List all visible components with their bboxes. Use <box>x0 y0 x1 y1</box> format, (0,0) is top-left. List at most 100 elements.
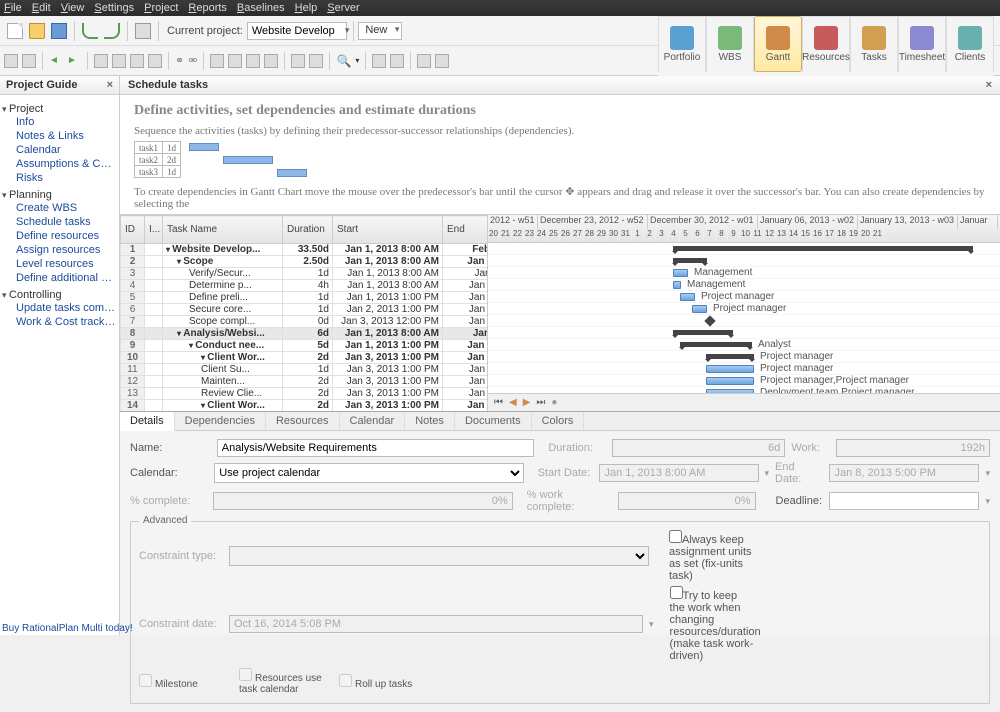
tool-icon[interactable] <box>4 54 18 68</box>
calendar-select[interactable]: Use project calendar <box>214 463 523 483</box>
current-project-input[interactable] <box>247 22 347 40</box>
new-dropdown[interactable]: New <box>358 22 402 40</box>
table-row[interactable]: 9Conduct nee...5dJan 1, 2013 1:00 PMJan … <box>121 340 489 352</box>
timeline-days: 2021222324252627282930311234567891011121… <box>488 229 1000 243</box>
work-driven-checkbox[interactable] <box>670 586 683 599</box>
current-project-label: Current project: <box>167 25 243 37</box>
tab-notes[interactable]: Notes <box>405 412 455 430</box>
menu-server[interactable]: Server <box>327 2 359 14</box>
sidebar-item[interactable]: Schedule tasks <box>16 215 117 229</box>
tab-details[interactable]: Details <box>120 412 175 431</box>
menu-file[interactable]: File <box>4 2 22 14</box>
gantt-chart[interactable]: 2012 - w51December 23, 2012 - w52Decembe… <box>488 215 1000 411</box>
tool-icon[interactable] <box>435 54 449 68</box>
tab-resources[interactable]: Resources <box>802 16 850 72</box>
tab-clients[interactable]: Clients <box>946 16 994 72</box>
sidebar-item[interactable]: Update tasks completion <box>16 301 117 315</box>
new-icon[interactable] <box>7 23 23 39</box>
sidebar-item[interactable]: Work & Cost tracking <box>16 315 117 329</box>
sidebar-item[interactable]: Define additional costs for tasks <box>16 271 117 285</box>
tab-tasks[interactable]: Tasks <box>850 16 898 72</box>
table-row[interactable]: 8Analysis/Websi...6dJan 1, 2013 8:00 AMJ… <box>121 328 489 340</box>
menu-project[interactable]: Project <box>144 2 178 14</box>
task-grid[interactable]: IDI...Task NameDurationStartEnd 1Website… <box>120 215 488 411</box>
table-row[interactable]: 12Mainten...2dJan 3, 2013 1:00 PMJan 7, … <box>121 376 489 388</box>
work-label: Work: <box>791 442 829 454</box>
tool-icon[interactable] <box>130 54 144 68</box>
project-guide-sidebar: Project Guide× ProjectInfoNotes & LinksC… <box>0 76 120 635</box>
tool-icon[interactable] <box>417 54 431 68</box>
close-icon[interactable]: × <box>107 79 113 91</box>
table-row[interactable]: 14Client Wor...2dJan 3, 2013 1:00 PMJan … <box>121 400 489 412</box>
table-row[interactable]: 5Define preli...1dJan 1, 2013 1:00 PMJan… <box>121 292 489 304</box>
table-row[interactable]: 7Scope compl...0dJan 3, 2013 12:00 PMJan… <box>121 316 489 328</box>
sidebar-item[interactable]: Calendar <box>16 143 117 157</box>
indent-icon[interactable] <box>67 54 81 68</box>
buy-link[interactable]: Buy RationalPlan Multi today! <box>2 623 133 634</box>
group-project[interactable]: Project <box>2 103 117 115</box>
group-planning[interactable]: Planning <box>2 189 117 201</box>
nav-next-icon[interactable]: ▶ <box>523 397 531 408</box>
redo-icon[interactable] <box>104 23 120 39</box>
tool-icon[interactable] <box>210 54 224 68</box>
tool-icon[interactable] <box>264 54 278 68</box>
table-row[interactable]: 10Client Wor...2dJan 3, 2013 1:00 PMJan … <box>121 352 489 364</box>
tool-icon[interactable] <box>148 54 162 68</box>
tool-icon[interactable] <box>94 54 108 68</box>
deadline-input[interactable] <box>829 492 979 510</box>
menu-reports[interactable]: Reports <box>188 2 227 14</box>
undo-icon[interactable] <box>82 23 98 39</box>
tool-icon[interactable] <box>390 54 404 68</box>
sidebar-item[interactable]: Assign resources <box>16 243 117 257</box>
tool-icon[interactable] <box>291 54 305 68</box>
outdent-icon[interactable] <box>49 54 63 68</box>
tab-portfolio[interactable]: Portfolio <box>658 16 706 72</box>
open-icon[interactable] <box>29 23 45 39</box>
menu-help[interactable]: Help <box>295 2 318 14</box>
table-row[interactable]: 2Scope2.50dJan 1, 2013 8:00 AMJan 3, 201… <box>121 256 489 268</box>
tab-dependencies[interactable]: Dependencies <box>175 412 266 430</box>
tab-gantt[interactable]: Gantt <box>754 16 802 72</box>
table-row[interactable]: 13Review Clie...2dJan 3, 2013 1:00 PMJan… <box>121 388 489 400</box>
menu-edit[interactable]: Edit <box>32 2 51 14</box>
tool-icon[interactable] <box>372 54 386 68</box>
menu-baselines[interactable]: Baselines <box>237 2 285 14</box>
help-area: Define activities, set dependencies and … <box>120 95 1000 214</box>
tab-documents[interactable]: Documents <box>455 412 532 430</box>
tool-icon[interactable] <box>228 54 242 68</box>
details-tabs: DetailsDependenciesResourcesCalendarNote… <box>120 412 1000 431</box>
tab-wbs[interactable]: WBS <box>706 16 754 72</box>
fix-units-checkbox[interactable] <box>669 530 682 543</box>
table-row[interactable]: 4Determine p...4hJan 1, 2013 8:00 AMJan … <box>121 280 489 292</box>
sidebar-item[interactable]: Assumptions & Constraints <box>16 157 117 171</box>
table-row[interactable]: 11Client Su...1dJan 3, 2013 1:00 PMJan 4… <box>121 364 489 376</box>
tool-icon[interactable] <box>112 54 126 68</box>
sidebar-item[interactable]: Create WBS <box>16 201 117 215</box>
nav-first-icon[interactable]: ⏮ <box>494 397 503 408</box>
nav-prev-icon[interactable]: ◀ <box>509 397 517 408</box>
tab-resources[interactable]: Resources <box>266 412 340 430</box>
menu-view[interactable]: View <box>61 2 85 14</box>
tab-colors[interactable]: Colors <box>532 412 585 430</box>
group-controlling[interactable]: Controlling <box>2 289 117 301</box>
table-row[interactable]: 3Verify/Secur...1dJan 1, 2013 8:00 AMJan… <box>121 268 489 280</box>
sidebar-item[interactable]: Info <box>16 115 117 129</box>
menu-settings[interactable]: Settings <box>94 2 134 14</box>
sidebar-item[interactable]: Notes & Links <box>16 129 117 143</box>
close-icon[interactable]: × <box>986 79 992 91</box>
menubar: File Edit View Settings Project Reports Baseli… <box>0 0 1000 16</box>
tool-icon[interactable] <box>309 54 323 68</box>
sidebar-item[interactable]: Risks <box>16 171 117 185</box>
tab-timesheet[interactable]: Timesheet <box>898 16 946 72</box>
tool-icon[interactable] <box>246 54 260 68</box>
sidebar-item[interactable]: Level resources <box>16 257 117 271</box>
table-row[interactable]: 6Secure core...1dJan 2, 2013 1:00 PMJan … <box>121 304 489 316</box>
table-row[interactable]: 1Website Develop...33.50dJan 1, 2013 8:0… <box>121 244 489 256</box>
tool-icon[interactable] <box>22 54 36 68</box>
save-icon[interactable] <box>51 23 67 39</box>
nav-last-icon[interactable]: ⏭ <box>536 397 545 408</box>
tab-calendar[interactable]: Calendar <box>340 412 406 430</box>
sidebar-item[interactable]: Define resources <box>16 229 117 243</box>
print-icon[interactable] <box>135 23 151 39</box>
name-input[interactable] <box>217 439 535 457</box>
